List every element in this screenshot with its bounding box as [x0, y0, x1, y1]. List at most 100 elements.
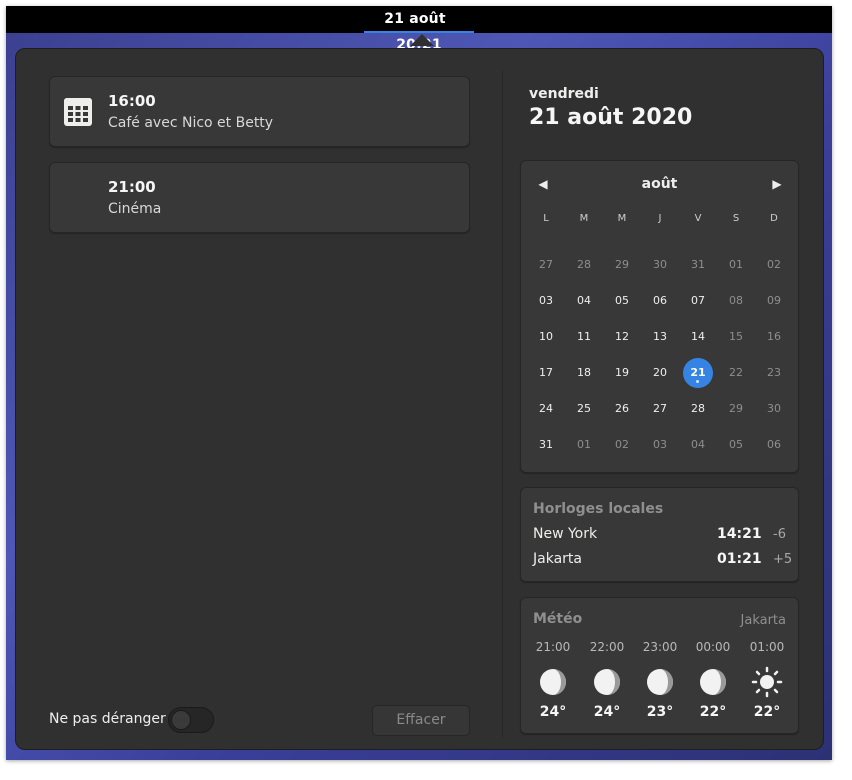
calendar-day-label: 27 — [653, 402, 667, 415]
calendar-day[interactable]: 28 — [566, 250, 602, 280]
calendar-day[interactable]: 23 — [756, 358, 792, 388]
calendar-day-label: 31 — [691, 258, 705, 271]
weekday-header: L — [543, 213, 549, 224]
calendar-day[interactable]: 20 — [642, 358, 678, 388]
calendar-day[interactable]: 31 — [680, 250, 716, 280]
calendar-day[interactable]: 09 — [756, 286, 792, 316]
arrow-right-icon: ▶ — [772, 177, 782, 191]
calendar-day[interactable]: 25 — [566, 394, 602, 424]
calendar-day[interactable]: 26 — [604, 394, 640, 424]
forecast-hour: 21:00 — [535, 640, 571, 654]
moon-icon — [635, 666, 685, 698]
forecast-temperature: 22° — [699, 704, 727, 720]
calendar-day[interactable]: 16 — [756, 322, 792, 352]
calendar-day-label: 27 — [539, 258, 553, 271]
world-clocks-section[interactable]: Horloges locales New York 14:21 -6 Jakar… — [520, 487, 799, 582]
calendar-day-label: 31 — [539, 438, 553, 451]
calendar-day-label: 05 — [729, 438, 743, 451]
calendar-day[interactable]: 02 — [756, 250, 792, 280]
calendar-day[interactable]: 06 — [642, 286, 678, 316]
calendar-day[interactable]: 05 — [604, 286, 640, 316]
sun-icon — [742, 666, 792, 698]
next-month-button[interactable]: ▶ — [767, 175, 787, 193]
calendar-day-label: 12 — [615, 330, 629, 343]
weekday-header: D — [770, 213, 778, 224]
event-item[interactable]: 16:00 Café avec Nico et Betty — [49, 76, 470, 147]
clock-button[interactable]: 21 août20:21 — [364, 6, 474, 53]
calendar-day[interactable]: 11 — [566, 322, 602, 352]
clock-offset: -6 — [773, 527, 786, 542]
calendar-day[interactable]: 01 — [566, 430, 602, 460]
calendar-day[interactable]: 30 — [642, 250, 678, 280]
calendar-day[interactable]: 03 — [642, 430, 678, 460]
calendar-day-label: 24 — [539, 402, 553, 415]
calendar-day[interactable]: 18 — [566, 358, 602, 388]
calendar-day-label: 30 — [653, 258, 667, 271]
calendar-day-label: 07 — [691, 294, 705, 307]
calendar-day[interactable]: 04 — [680, 430, 716, 460]
calendar-day-label: 23 — [767, 366, 781, 379]
calendar-day-label: 14 — [691, 330, 705, 343]
clock-city: Jakarta — [533, 551, 582, 567]
weather-section[interactable]: Météo Jakarta 21:00 24° 22:00 24° 23:00 23° 00… — [520, 597, 799, 734]
calendar-day[interactable]: 01 — [718, 250, 754, 280]
calendar-day-label: 11 — [577, 330, 591, 343]
calendar-day[interactable]: 21 — [680, 358, 716, 388]
calendar-day[interactable]: 10 — [528, 322, 564, 352]
full-date-label[interactable]: 21 août 2020 — [529, 105, 692, 130]
calendar-day[interactable]: 04 — [566, 286, 602, 316]
calendar-day[interactable]: 06 — [756, 430, 792, 460]
calendar-day[interactable]: 28 — [680, 394, 716, 424]
forecast-hour: 01:00 — [749, 640, 785, 654]
calendar-day[interactable]: 27 — [642, 394, 678, 424]
do-not-disturb-switch[interactable] — [168, 707, 214, 733]
calendar-day-label: 03 — [653, 438, 667, 451]
weekday-header: M — [579, 213, 589, 224]
forecast-hour: 22:00 — [589, 640, 625, 654]
calendar-day[interactable]: 03 — [528, 286, 564, 316]
popup-arrow — [410, 34, 434, 46]
switch-knob — [171, 710, 191, 730]
column-divider — [502, 71, 503, 737]
calendar-day-label: 21 — [690, 366, 706, 379]
world-clocks-title: Horloges locales — [533, 501, 664, 517]
moon-icon — [688, 666, 738, 698]
calendar-day[interactable]: 29 — [604, 250, 640, 280]
calendar-day[interactable]: 05 — [718, 430, 754, 460]
calendar-day[interactable]: 02 — [604, 430, 640, 460]
calendar-day[interactable]: 14 — [680, 322, 716, 352]
calendar-day[interactable]: 12 — [604, 322, 640, 352]
calendar-day[interactable]: 13 — [642, 322, 678, 352]
clock-offset: +5 — [773, 552, 793, 567]
calendar-day[interactable]: 30 — [756, 394, 792, 424]
calendar-day-label: 09 — [767, 294, 781, 307]
calendar-day-label: 17 — [539, 366, 553, 379]
weekday-label[interactable]: vendredi — [529, 86, 599, 102]
calendar-month-label: août — [641, 176, 678, 192]
event-time: 16:00 — [108, 92, 156, 110]
calendar-day[interactable]: 22 — [718, 358, 754, 388]
weather-title: Météo — [533, 611, 583, 627]
event-item[interactable]: 21:00 Cinéma — [49, 162, 470, 233]
event-title: Cinéma — [108, 201, 162, 217]
calendar-day[interactable]: 29 — [718, 394, 754, 424]
calendar-app-icon — [64, 98, 92, 126]
calendar-day[interactable]: 27 — [528, 250, 564, 280]
calendar-day[interactable]: 08 — [718, 286, 754, 316]
calendar-day-label: 26 — [615, 402, 629, 415]
calendar-day[interactable]: 07 — [680, 286, 716, 316]
calendar-day-label: 06 — [767, 438, 781, 451]
calendar-day-label: 19 — [615, 366, 629, 379]
forecast-hour: 00:00 — [695, 640, 731, 654]
calendar-day[interactable]: 17 — [528, 358, 564, 388]
calendar-day[interactable]: 19 — [604, 358, 640, 388]
clear-button[interactable]: Effacer — [372, 705, 470, 736]
clock-city: New York — [533, 526, 598, 542]
calendar-day[interactable]: 24 — [528, 394, 564, 424]
calendar-day[interactable]: 31 — [528, 430, 564, 460]
calendar-day-label: 08 — [729, 294, 743, 307]
do-not-disturb-label: Ne pas déranger — [49, 711, 166, 727]
calendar-day-label: 02 — [767, 258, 781, 271]
calendar-day[interactable]: 15 — [718, 322, 754, 352]
calendar-day-label: 20 — [653, 366, 667, 379]
